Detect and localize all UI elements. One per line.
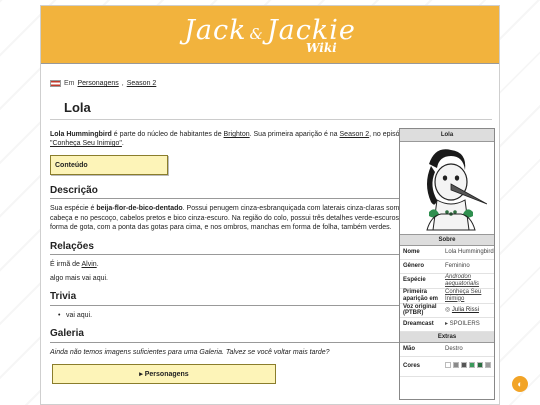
voice-actor: ◎ Julia Rissi [442, 307, 494, 314]
season-2-link[interactable]: Season 2 [340, 131, 370, 138]
infobox-key: Voz original (PTBR) [403, 303, 437, 317]
hummingbird-character-image [426, 149, 487, 231]
theme-toggle-button[interactable]: ◐ [512, 376, 528, 392]
alvin-link[interactable]: Alvin [82, 261, 97, 268]
color-swatch [469, 362, 475, 369]
voice-actor-link[interactable]: Julia Rissi [452, 307, 479, 313]
description-text: Sua espécie é [50, 205, 97, 213]
breadcrumb-separator: , [121, 80, 124, 87]
infobox: Lola Sobre Nome Lola Hummingbird Gênero … [399, 128, 495, 400]
gallery-text: Ainda não temos imagens suficientes para… [50, 348, 330, 356]
title-bar: Lola [50, 98, 492, 120]
infobox-key: Espécie [403, 277, 426, 284]
intro-name: Lola Hummingbird [50, 131, 112, 138]
infobox-row-dreamcast: Dreamcast ▸ SPOILERS [400, 318, 494, 333]
character-portrait[interactable] [400, 142, 494, 235]
first-appearance-link[interactable]: Conheça Seu Inimigo [442, 289, 494, 303]
breadcrumb: Em Personagens, Season 2 [50, 80, 156, 87]
brighton-link[interactable]: Brighton [224, 131, 250, 138]
infobox-row-first-appearance: Primeira aparição em Conheça Seu Inimigo [400, 289, 494, 304]
infobox-key: Primeira aparição em [403, 288, 439, 302]
intro-paragraph: Lola Hummingbird é parte do núcleo de ha… [50, 130, 430, 149]
infobox-title: Lola [400, 129, 494, 142]
theme-toggle-icon: ◐ [517, 379, 523, 389]
infobox-row-hand: Mão Destro [400, 343, 494, 358]
infobox-row-colors: Cores [400, 357, 494, 378]
infobox-key: Nome [403, 249, 420, 256]
relations-text: . [96, 261, 99, 269]
infobox-section-extras: Extras [400, 332, 494, 344]
relations-paragraph: É irmã de Alvin. [50, 260, 430, 269]
instagram-icon: ◎ [445, 307, 451, 313]
article-content: Lola Hummingbird é parte do núcleo de ha… [50, 130, 430, 384]
infobox-value: Lola Hummingbird [445, 249, 494, 256]
infobox-row-gender: Gênero Feminino [400, 260, 494, 274]
color-swatch [461, 362, 467, 369]
infobox-value: Feminino [445, 263, 470, 270]
episode-link[interactable]: "Conheça Seu Inimigo" [50, 140, 122, 147]
infobox-row-species: Espécie Androdon aequatorialis [400, 274, 494, 289]
section-heading-galeria: Galeria [50, 327, 400, 343]
logo-amp: & [249, 25, 264, 43]
color-swatch [445, 362, 451, 369]
color-swatches [442, 362, 494, 371]
species-bold: beija-flor-de-bico-dentado [96, 205, 183, 213]
infobox-key: Mão [403, 346, 415, 353]
infobox-key: Dreamcast [403, 321, 434, 328]
page-title: Lola [64, 100, 91, 115]
section-heading-relacoes: Relações [50, 240, 400, 256]
category-link-season-2[interactable]: Season 2 [127, 80, 157, 87]
infobox-key: Cores [403, 363, 421, 370]
intro-text: é parte do núcleo de habitantes de [111, 131, 224, 138]
logo-word-jack: Jack [184, 15, 247, 46]
infobox-section-about: Sobre [400, 235, 494, 246]
color-swatch [485, 362, 491, 369]
infobox-value: Destro [445, 346, 463, 353]
characters-navbox-toggle[interactable]: ▸ Personagens [52, 363, 276, 384]
trivia-item: vai aqui. [50, 311, 430, 321]
section-heading-descricao: Descrição [50, 184, 400, 200]
infobox-row-name: Nome Lola Hummingbird [400, 246, 494, 260]
wiki-page: Jack & Jackie Wiki Em Personagens, Season … [40, 5, 500, 405]
intro-text: . [121, 140, 124, 148]
contents-toggle[interactable]: Conteúdo [50, 154, 168, 175]
description-paragraph: Sua espécie é beija-flor-de-bico-dentado… [50, 204, 430, 232]
category-link-personagens[interactable]: Personagens [78, 80, 119, 87]
color-swatch [453, 362, 459, 369]
relations-text: É irmã de [50, 261, 82, 269]
infobox-row-voice: Voz original (PTBR) ◎ Julia Rissi [400, 304, 494, 319]
flag-icon [50, 80, 61, 87]
spoilers-toggle[interactable]: ▸ SPOILERS [442, 321, 494, 328]
wiki-banner[interactable]: Jack & Jackie Wiki [41, 6, 499, 64]
relations-extra: algo mais vai aqui. [50, 274, 108, 282]
infobox-key: Gênero [403, 263, 425, 270]
logo-wiki-label: Wiki [306, 41, 337, 55]
intro-text: . Sua primeira aparição é na [249, 131, 340, 138]
breadcrumb-prefix: Em [64, 80, 75, 87]
section-heading-trivia: Trivia [50, 290, 400, 306]
color-swatch [477, 362, 483, 369]
species-link[interactable]: Androdon aequatorialis [442, 274, 494, 288]
